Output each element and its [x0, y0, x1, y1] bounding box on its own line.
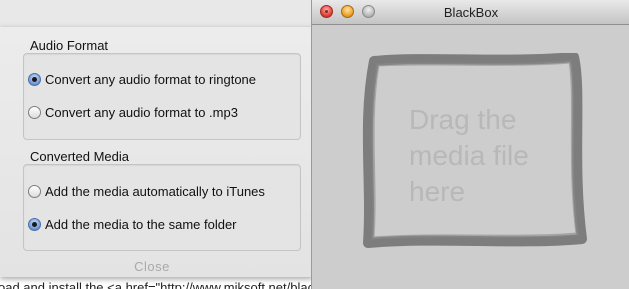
radio-unselected-icon[interactable] [28, 184, 41, 198]
drop-text-line: media file [409, 140, 529, 171]
radio-label: Add the media to the same folder [45, 216, 237, 232]
radio-label: Convert any audio format to .mp3 [45, 104, 238, 120]
radio-same-folder[interactable]: Add the media to the same folder [28, 215, 237, 233]
radio-convert-ringtone[interactable]: Convert any audio format to ringtone [28, 70, 256, 88]
preferences-sheet: Audio Format Convert any audio format to… [0, 27, 315, 277]
drop-text-line: Drag the [409, 104, 517, 135]
radio-unselected-icon[interactable] [28, 105, 41, 119]
drop-area[interactable]: Drag the media file here [312, 25, 629, 289]
radio-selected-icon[interactable] [28, 72, 41, 86]
drop-text-line: here [409, 176, 466, 207]
blackbox-window: BlackBox Drag the media file here [311, 0, 629, 289]
audio-format-title: Audio Format [30, 38, 109, 53]
radio-label: Convert any audio format to ringtone [45, 71, 257, 87]
close-button[interactable]: Close [0, 259, 304, 274]
converted-media-group [23, 164, 301, 251]
radio-selected-icon[interactable] [28, 217, 41, 231]
radio-convert-mp3[interactable]: Convert any audio format to .mp3 [28, 103, 238, 121]
radio-add-to-itunes[interactable]: Add the media automatically to iTunes [28, 182, 265, 200]
drop-instruction: Drag the media file here [409, 102, 569, 210]
window-title: BlackBox [443, 5, 499, 20]
radio-label: Add the media automatically to iTunes [45, 183, 265, 199]
converted-media-title: Converted Media [30, 149, 129, 164]
audio-format-group [23, 53, 301, 140]
title-bar[interactable]: BlackBox [312, 0, 629, 25]
